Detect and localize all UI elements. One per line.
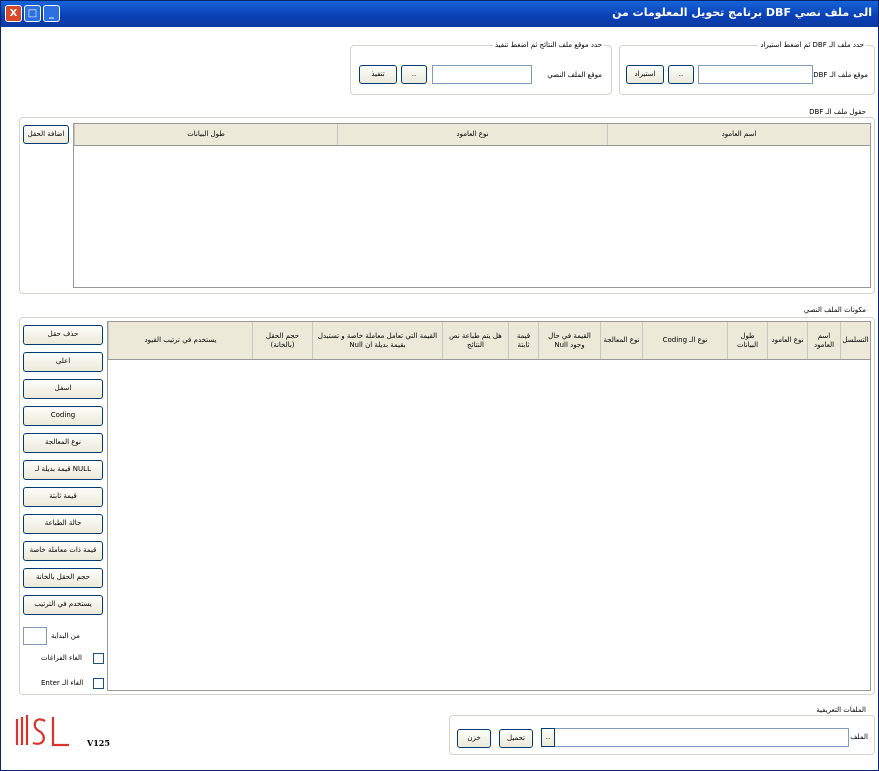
- text-section-label: مكونات الملف النصي: [803, 306, 866, 314]
- title-bar: X □ _ برنامج تحويل المعلومات من DBF الى …: [1, 1, 878, 27]
- minimize-icon[interactable]: _: [43, 5, 60, 22]
- source-file-label: موقع ملف الـ DBF: [813, 71, 868, 79]
- text-col-fixed[interactable]: قيمة ثابتة: [508, 322, 538, 359]
- null-replacement-button[interactable]: قيمة بديلة لـ NULL: [23, 460, 103, 480]
- isl-logo: [15, 715, 69, 747]
- main-window: X □ _ برنامج تحويل المعلومات من DBF الى …: [0, 0, 879, 771]
- dbf-fields-grid[interactable]: اسم العامود نوع العامود طول البيانات: [73, 123, 871, 288]
- text-col-print[interactable]: هل يتم طباعة نص النتائج: [442, 322, 508, 359]
- text-col-coding[interactable]: نوع الـ Coding: [642, 322, 727, 359]
- window-title: برنامج تحويل المعلومات من DBF الى ملف نص…: [612, 6, 872, 19]
- import-button[interactable]: استيراد: [626, 65, 664, 84]
- print-status-button[interactable]: حالة الطباعة: [23, 514, 103, 534]
- text-col-processing[interactable]: نوع المعالجة: [600, 322, 642, 359]
- text-col-type[interactable]: نوع العامود: [767, 322, 807, 359]
- text-components-grid[interactable]: التسلسل اسم العامود نوع العامود طول البي…: [107, 321, 871, 691]
- dbf-section-label: حقول ملف الـ DBF: [809, 108, 866, 116]
- text-col-name[interactable]: اسم العامود: [807, 322, 840, 359]
- processing-type-button[interactable]: نوع المعالجة: [23, 433, 103, 453]
- text-col-seq[interactable]: التسلسل: [840, 322, 870, 359]
- source-group-label: حدد ملف الـ DBF ثم اضغط استيراد: [758, 41, 866, 49]
- source-file-input[interactable]: [698, 65, 813, 84]
- cancel-spaces-label: الغاء الفراغات: [41, 654, 82, 662]
- use-in-sort-button[interactable]: يستخدم في الترتيب: [23, 595, 103, 615]
- coding-button[interactable]: Coding: [23, 406, 103, 426]
- target-group-label: حدد موقع ملف النتائج ثم اضغط تنفيذ: [492, 41, 604, 49]
- target-file-input[interactable]: [432, 65, 532, 84]
- target-file-label: موقع الملف النصي: [547, 71, 602, 79]
- save-button[interactable]: خزن: [457, 729, 491, 748]
- cancel-spaces-checkbox[interactable]: [93, 653, 104, 664]
- maximize-icon[interactable]: □: [24, 5, 41, 22]
- fixed-value-button[interactable]: قيمة ثابتة: [23, 487, 103, 507]
- execute-button[interactable]: تنفيذ: [359, 65, 397, 84]
- dbf-col-type[interactable]: نوع العامود: [337, 124, 607, 145]
- start-label: من البداية: [51, 632, 80, 640]
- source-browse-button[interactable]: ..: [668, 65, 694, 84]
- version-label: V125: [87, 738, 110, 748]
- cancel-enter-label: الغاء الـ Enter: [41, 679, 84, 687]
- text-col-null-value[interactable]: القيمة في حال وجود Null: [538, 322, 600, 359]
- dbf-col-name[interactable]: اسم العامود: [607, 124, 870, 145]
- text-col-length[interactable]: طول البيانات: [727, 322, 767, 359]
- target-browse-button[interactable]: ..: [401, 65, 427, 84]
- text-col-special[interactable]: القيمة التي تعامل معاملة خاصة و تستبدل ب…: [312, 322, 442, 359]
- definition-file-label: الملف: [850, 733, 868, 741]
- text-col-size[interactable]: حجم الحقل (بالخانة): [252, 322, 312, 359]
- definition-section-label: الملفات التعريفية: [816, 706, 866, 714]
- add-field-button[interactable]: اضافة الحقل: [23, 125, 69, 144]
- delete-field-button[interactable]: حذف حقل: [23, 325, 103, 345]
- close-icon[interactable]: X: [5, 5, 22, 22]
- text-col-sort[interactable]: يستخدم في ترتيب القيود: [108, 322, 252, 359]
- dbf-col-length[interactable]: طول البيانات: [74, 124, 337, 145]
- cancel-enter-checkbox[interactable]: [93, 678, 104, 689]
- start-input[interactable]: [23, 627, 47, 645]
- definition-file-input[interactable]: [543, 728, 849, 747]
- move-up-button[interactable]: اعلى: [23, 352, 103, 372]
- definition-browse-button[interactable]: ..: [541, 728, 555, 747]
- special-value-button[interactable]: قيمة ذات معاملة خاصة: [23, 541, 103, 561]
- move-down-button[interactable]: اسفل: [23, 379, 103, 399]
- field-size-button[interactable]: حجم الحقل بالخانة: [23, 568, 103, 588]
- load-button[interactable]: تحميل: [499, 729, 533, 748]
